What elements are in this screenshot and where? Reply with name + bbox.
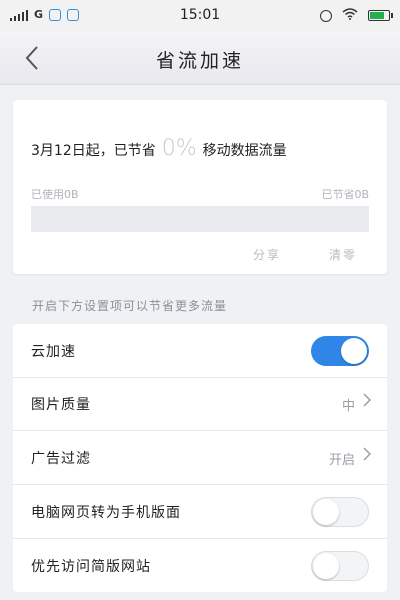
alarm-icon	[320, 9, 332, 22]
title-bar: 省流加速	[0, 32, 400, 85]
setting-row-ad-filter[interactable]: 广告过滤 开启	[13, 431, 387, 485]
setting-label: 广告过滤	[31, 451, 91, 467]
settings-list: 云加速 图片质量 中 广告过滤 开启 电脑网页转为手机版面 优先访问简版网站	[13, 324, 387, 592]
status-right	[320, 8, 393, 23]
battery-icon	[368, 10, 393, 21]
chevron-right-icon	[363, 392, 372, 411]
toggle-knob	[313, 499, 339, 525]
savings-progress-bar	[31, 206, 369, 232]
setting-row-cloud-accel[interactable]: 云加速	[13, 324, 387, 378]
setting-row-image-quality[interactable]: 图片质量 中	[13, 377, 387, 431]
settings-hint: 开启下方设置项可以节省更多流量	[32, 299, 228, 313]
savings-date-text: 3月12日起，已节省	[31, 143, 156, 159]
data-savings-card: 3月12日起，已节省 0% 移动数据流量 已使用0B 已节省0B 分享 清零	[13, 100, 387, 274]
saved-data-label: 已节省0B	[321, 188, 369, 201]
used-data-label: 已使用0B	[31, 188, 79, 201]
setting-label: 图片质量	[31, 397, 91, 413]
savings-suffix: 移动数据流量	[202, 143, 287, 159]
image-quality-value: 中	[341, 399, 355, 414]
share-button[interactable]: 分享	[253, 246, 281, 263]
toggle-knob	[341, 338, 367, 364]
status-bar: G 15:01	[0, 0, 400, 32]
setting-row-simple-sites[interactable]: 优先访问简版网站	[13, 539, 387, 592]
toggle-knob	[313, 553, 339, 579]
setting-label: 优先访问简版网站	[31, 559, 151, 575]
clear-button[interactable]: 清零	[329, 246, 357, 263]
setting-label: 云加速	[31, 344, 76, 360]
ad-filter-value: 开启	[328, 453, 355, 468]
setting-label: 电脑网页转为手机版面	[31, 505, 181, 521]
mobile-view-toggle[interactable]	[311, 497, 369, 527]
setting-row-mobile-view[interactable]: 电脑网页转为手机版面	[13, 485, 387, 539]
savings-summary: 3月12日起，已节省 0% 移动数据流量	[31, 136, 287, 161]
wifi-icon	[342, 8, 358, 23]
cloud-accel-toggle[interactable]	[311, 336, 369, 366]
page-title: 省流加速	[155, 50, 244, 72]
simple-sites-toggle[interactable]	[311, 551, 369, 581]
chevron-right-icon	[363, 446, 372, 465]
savings-percent: 0%	[161, 136, 197, 161]
